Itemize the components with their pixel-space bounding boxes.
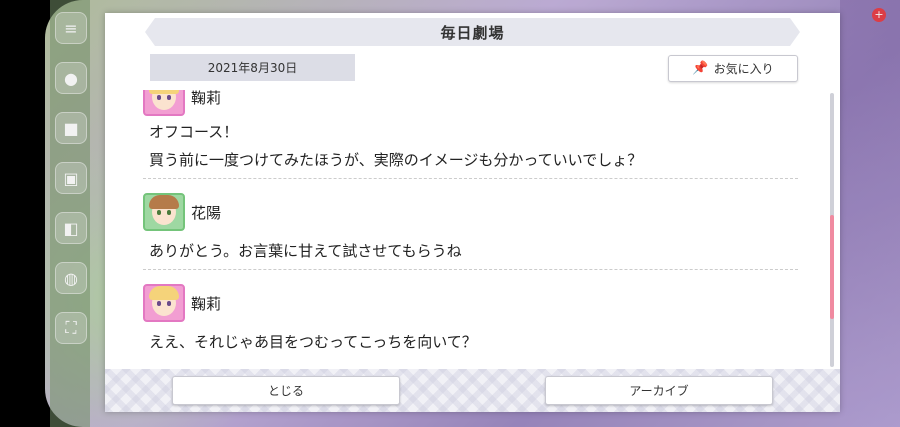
dialogue-line: 買う前に一度つけてみたほうが、実際のイメージも分かっていいでしょ？ [149,151,643,169]
avatar-hanayo-icon [143,193,185,231]
close-button[interactable]: とじる [172,376,400,405]
dialogue-line: ありがとう。お言葉に甘えて試させてもらうね [149,242,462,260]
daily-theater-dialog: 毎日劇場 2021年8月30日 📌 お気に入り 鞠莉 オフコース！ 買う前に一度… [105,13,840,412]
scrollbar-thumb[interactable] [830,215,834,320]
divider [143,269,798,270]
speaker-row: 鞠莉 [143,284,798,322]
favorite-button[interactable]: 📌 お気に入り [668,55,798,82]
avatar-mari-icon [143,90,185,116]
dialog-title-bar: 毎日劇場 [145,18,800,46]
divider [143,178,798,179]
avatar-mari-icon [143,284,185,322]
dialogue-line: ええ、それじゃあ目をつむってこっちを向いて？ [149,333,477,351]
dialogue-entry: 鞠莉 ええ、それじゃあ目をつむってこっちを向いて？ [143,284,798,354]
speaker-name: 鞠莉 [191,294,222,313]
dialogue-entry: 鞠莉 オフコース！ 買う前に一度つけてみたほうが、実際のイメージも分かっていいで… [143,90,798,179]
pin-icon: 📌 [692,61,709,76]
speaker-name: 鞠莉 [191,90,222,107]
dialogue-list[interactable]: 鞠莉 オフコース！ 買う前に一度つけてみたほうが、実際のイメージも分かっていいで… [143,90,798,370]
speaker-row: 鞠莉 [143,90,798,116]
speaker-name: 花陽 [191,203,222,222]
dialogue-line: オフコース！ [149,123,239,141]
archive-button[interactable]: アーカイブ [545,376,773,405]
scrollbar[interactable] [830,93,834,367]
favorite-button-label: お気に入り [713,62,774,76]
date-label: 2021年8月30日 [150,54,355,81]
speaker-row: 花陽 [143,193,798,231]
dialog-title: 毎日劇場 [440,23,505,42]
dialogue-entry: 花陽 ありがとう。お言葉に甘えて試させてもらうね [143,193,798,270]
